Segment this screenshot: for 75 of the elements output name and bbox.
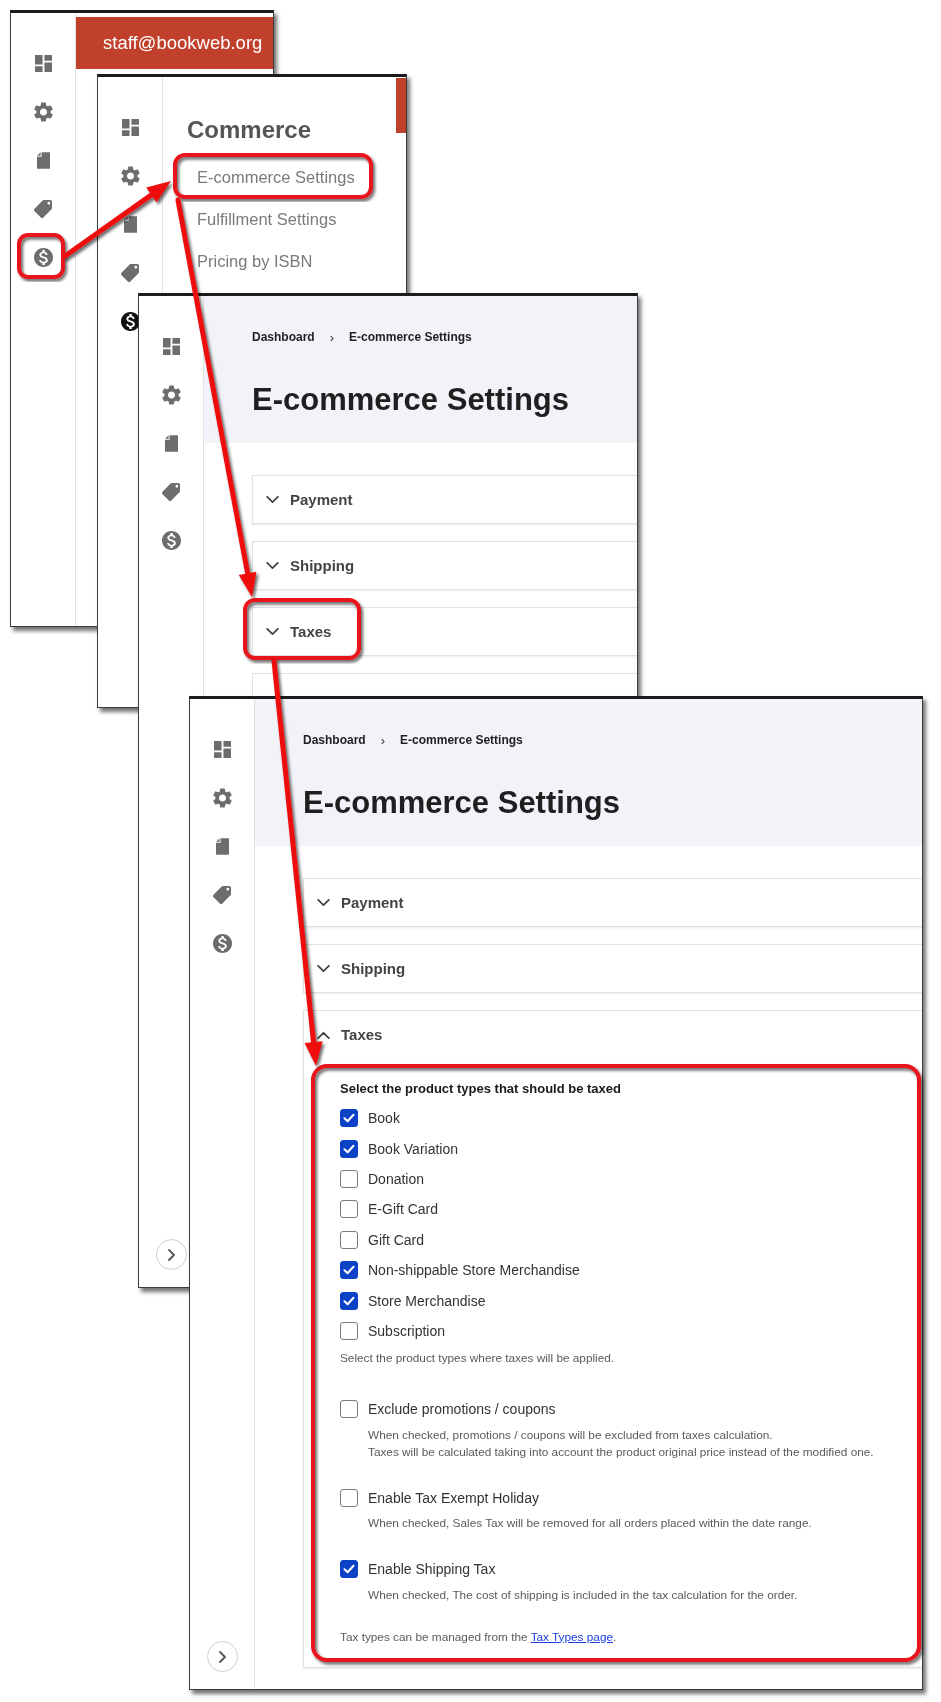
tag-icon[interactable] — [213, 885, 231, 904]
document-icon[interactable] — [164, 434, 178, 452]
checkbox[interactable] — [340, 1321, 358, 1340]
gear-icon[interactable] — [120, 165, 140, 186]
gear-icon[interactable] — [212, 787, 232, 808]
checkbox-label: Donation — [368, 1170, 425, 1187]
gear-icon[interactable] — [33, 101, 53, 122]
chevron-down-icon — [266, 495, 279, 504]
checkbox-label: Store Merchandise — [368, 1292, 486, 1309]
sidebar-expand-button[interactable] — [155, 1239, 187, 1270]
checkbox[interactable] — [340, 1109, 358, 1128]
document-icon[interactable] — [36, 151, 50, 169]
setting-description: When checked, promotions / coupons will be excluded from taxes calculation. Taxes will be calculated taking into account the product original price instead of the modified one. — [368, 1427, 875, 1461]
document-icon[interactable] — [215, 837, 229, 855]
checkbox-label: Book Variation — [368, 1140, 458, 1157]
checkbox-label: Enable Shipping Tax — [368, 1561, 496, 1578]
chevron-up-icon — [317, 1030, 330, 1039]
chevron-down-icon — [317, 964, 330, 973]
chevron-down-icon — [317, 898, 330, 907]
checkbox-label: Subscription — [368, 1322, 446, 1339]
menu-title: Commerce — [187, 115, 312, 145]
breadcrumb-current: E-commerce Settings — [400, 733, 523, 747]
dashboard-icon[interactable] — [213, 740, 231, 758]
checkbox[interactable] — [340, 1560, 358, 1579]
accordion-toggle[interactable]: Payment — [253, 476, 637, 523]
breadcrumb-link[interactable]: Dashboard — [303, 733, 366, 747]
menu-link[interactable]: Pricing by ISBN — [197, 251, 313, 271]
checkbox-label: Exclude promotions / coupons — [368, 1401, 556, 1418]
options-heading: Select the product types that should be taxed — [340, 1080, 622, 1098]
checkbox[interactable] — [340, 1400, 358, 1419]
chevron-right-icon — [167, 1248, 175, 1261]
checkbox-label: E-Gift Card — [368, 1201, 438, 1218]
chevron-right-icon — [218, 1650, 226, 1663]
sidebar-expand-button[interactable] — [206, 1641, 238, 1672]
document-icon[interactable] — [123, 215, 137, 233]
tax-types-link[interactable]: Tax Types page — [530, 1629, 614, 1644]
checkbox[interactable] — [340, 1261, 358, 1280]
chevron-down-icon — [266, 627, 279, 636]
dollar-coin-icon[interactable] — [120, 311, 140, 331]
breadcrumb-separator: › — [380, 732, 386, 748]
breadcrumb-current: E-commerce Settings — [349, 330, 472, 344]
gear-icon[interactable] — [161, 384, 181, 405]
tag-icon[interactable] — [162, 482, 180, 501]
page-title: E-commerce Settings — [303, 784, 621, 822]
help-note: Tax types can be managed from the Tax Types page. — [340, 1628, 618, 1646]
checkbox-label: Book — [368, 1110, 400, 1127]
setting-description: When checked, Sales Tax will be removed for all orders placed within the date range. — [368, 1515, 813, 1533]
checkbox-label: Enable Tax Exempt Holiday — [368, 1489, 539, 1506]
checkbox[interactable] — [340, 1230, 358, 1249]
setting-description: When checked, The cost of shipping is included in the tax calculation for the order. — [368, 1586, 799, 1604]
dashboard-icon[interactable] — [162, 337, 180, 355]
checkbox[interactable] — [340, 1488, 358, 1507]
checkbox-label: Gift Card — [368, 1231, 424, 1248]
header-strip — [396, 78, 406, 133]
checkbox[interactable] — [340, 1291, 358, 1310]
breadcrumb-separator: › — [329, 329, 335, 345]
menu-link[interactable]: E-commerce Settings — [197, 167, 355, 187]
dashboard-icon[interactable] — [34, 54, 52, 72]
checkbox-label: Non-shippable Store Merchandise — [368, 1262, 580, 1279]
highlight-outline — [17, 233, 65, 279]
dashboard-icon[interactable] — [121, 118, 139, 136]
menu-link[interactable]: Fulfillment Settings — [197, 209, 337, 229]
page-title: E-commerce Settings — [252, 381, 570, 419]
tag-icon[interactable] — [121, 263, 139, 282]
accordion-toggle[interactable]: Taxes — [253, 608, 637, 655]
checkbox[interactable] — [340, 1139, 358, 1158]
field-help-text: Select the product types where taxes will be applied. — [340, 1350, 616, 1368]
accordion-toggle[interactable]: Shipping — [304, 945, 922, 992]
checkbox[interactable] — [340, 1169, 358, 1188]
account-email: staff@bookweb.org — [103, 32, 263, 54]
accordion-toggle[interactable]: Payment — [304, 879, 922, 926]
checkbox[interactable] — [340, 1200, 358, 1219]
chevron-down-icon — [266, 561, 279, 570]
breadcrumb-link[interactable]: Dashboard — [252, 330, 315, 344]
tag-icon[interactable] — [34, 199, 52, 218]
